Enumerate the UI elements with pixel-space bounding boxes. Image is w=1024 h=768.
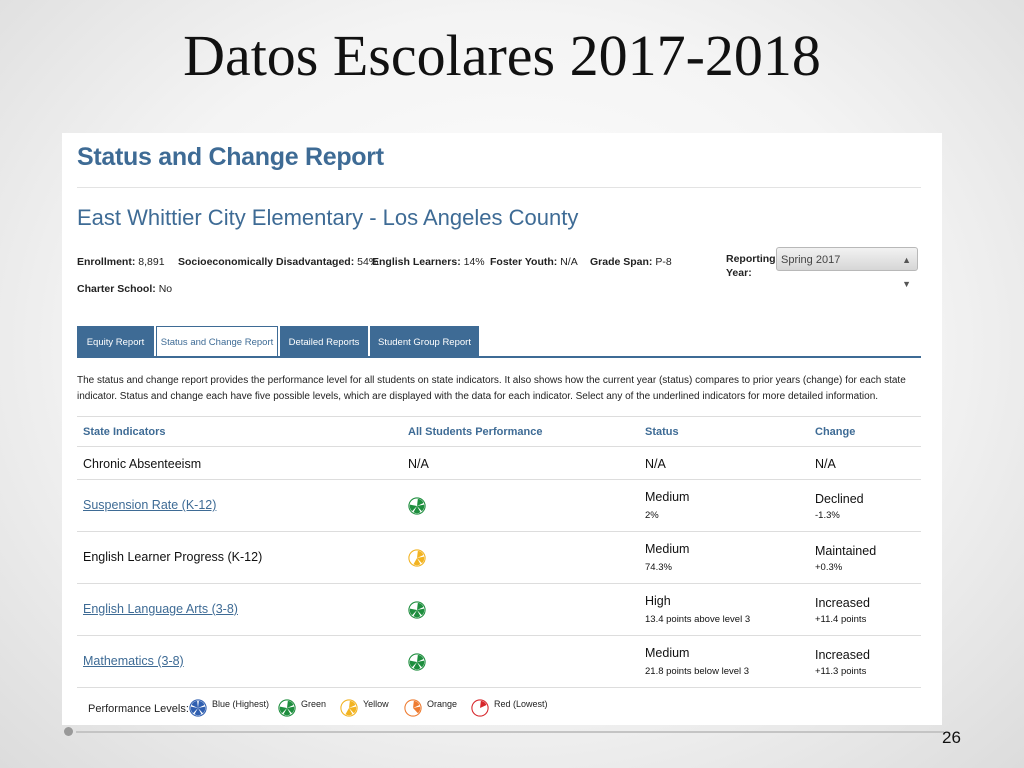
change-detail: +11.3 points <box>815 666 867 677</box>
meta-grade-span: Grade Span: P-8 <box>590 256 672 268</box>
tab-student-group-report[interactable]: Student Group Report <box>370 326 479 357</box>
tab-equity-report[interactable]: Equity Report <box>77 326 154 357</box>
meta-enrollment: Enrollment: 8,891 <box>77 256 165 268</box>
green-performance-icon <box>408 601 426 619</box>
tab-status-and-change-report[interactable]: Status and Change Report <box>156 326 278 357</box>
slide-title: Datos Escolares 2017-2018 <box>183 23 821 88</box>
legend-label: Performance Levels: <box>88 703 189 715</box>
column-header-indicators: State Indicators <box>83 426 166 438</box>
page-number: 26 <box>942 728 961 747</box>
meta-socioeconomic: Socioeconomically Disadvantaged: 54% <box>178 256 379 268</box>
orange-level-icon <box>404 699 422 717</box>
change-value: Increased <box>815 648 870 662</box>
performance-value: N/A <box>408 457 429 471</box>
status-value: Medium <box>645 542 690 556</box>
indicator-name: English Learner Progress (K-12) <box>83 550 263 564</box>
change-detail: +0.3% <box>815 562 843 573</box>
status-value: High <box>645 594 671 608</box>
meta-charter-school: Charter School: No <box>77 283 173 295</box>
tab-underline <box>77 356 921 358</box>
meta-foster-youth: Foster Youth: N/A <box>490 256 578 268</box>
legend-item-yellow: Yellow <box>363 699 389 709</box>
table-row: English Learner Progress (K-12) Medium 7… <box>77 531 921 583</box>
scrollbar-left-dot[interactable] <box>64 727 73 736</box>
status-detail: 21.8 points below level 3 <box>645 666 750 677</box>
change-value: Declined <box>815 492 864 506</box>
status-value: N/A <box>645 457 666 471</box>
reporting-year-value: Spring 2017 <box>781 254 841 266</box>
change-value: N/A <box>815 457 836 471</box>
indicator-name: Chronic Absenteeism <box>83 457 202 471</box>
indicator-link-english-language-arts[interactable]: English Language Arts (3-8) <box>83 602 238 616</box>
table-row: Mathematics (3-8) Medium 21.8 points bel… <box>77 635 921 688</box>
report-title: Status and Change Report <box>77 143 384 171</box>
change-detail: +11.4 points <box>815 614 867 625</box>
green-level-icon <box>278 699 296 717</box>
yellow-performance-icon <box>408 549 426 567</box>
table-row: English Language Arts (3-8) High 13.4 po… <box>77 583 921 635</box>
column-header-change: Change <box>815 426 856 438</box>
tab-detailed-reports[interactable]: Detailed Reports <box>280 326 368 357</box>
report-description: The status and change report provides th… <box>77 375 906 402</box>
status-value: Medium <box>645 490 690 504</box>
status-value: Medium <box>645 646 690 660</box>
table-top-border <box>77 416 921 418</box>
status-detail: 2% <box>645 510 659 521</box>
report-panel: Status and Change Report East Whittier C… <box>62 133 942 725</box>
updown-arrow-icon: ▲ ▼ <box>902 255 911 289</box>
column-header-status: Status <box>645 426 679 438</box>
scrollbar-track[interactable] <box>76 731 944 733</box>
legend-item-blue: Blue (Highest) <box>212 699 270 709</box>
table-row: Suspension Rate (K-12) Medium 2% Decline… <box>77 479 921 531</box>
school-title: East Whittier City Elementary - Los Ange… <box>77 205 579 230</box>
green-performance-icon <box>408 497 426 515</box>
reporting-year-select[interactable]: Spring 2017 ▲ ▼ <box>776 247 918 289</box>
table-row: Chronic Absenteeism N/A N/A N/A <box>77 446 921 479</box>
status-detail: 13.4 points above level 3 <box>645 614 751 625</box>
change-value: Increased <box>815 596 870 610</box>
legend-item-green: Green <box>301 699 327 709</box>
status-detail: 74.3% <box>645 562 672 573</box>
legend-item-orange: Orange <box>427 699 458 709</box>
indicator-link-mathematics[interactable]: Mathematics (3-8) <box>83 654 184 668</box>
red-level-icon <box>471 699 489 717</box>
column-header-performance: All Students Performance <box>408 426 543 438</box>
divider <box>77 187 921 188</box>
change-value: Maintained <box>815 544 877 558</box>
legend-item-red: Red (Lowest) <box>494 699 548 709</box>
green-performance-icon <box>408 653 426 671</box>
blue-level-icon <box>189 699 207 717</box>
reporting-year-label: Reporting Year: <box>726 253 776 279</box>
change-detail: -1.3% <box>815 510 840 521</box>
yellow-level-icon <box>340 699 358 717</box>
meta-english-learners: English Learners: 14% <box>372 256 485 268</box>
indicator-link-suspension-rate[interactable]: Suspension Rate (K-12) <box>83 498 216 512</box>
